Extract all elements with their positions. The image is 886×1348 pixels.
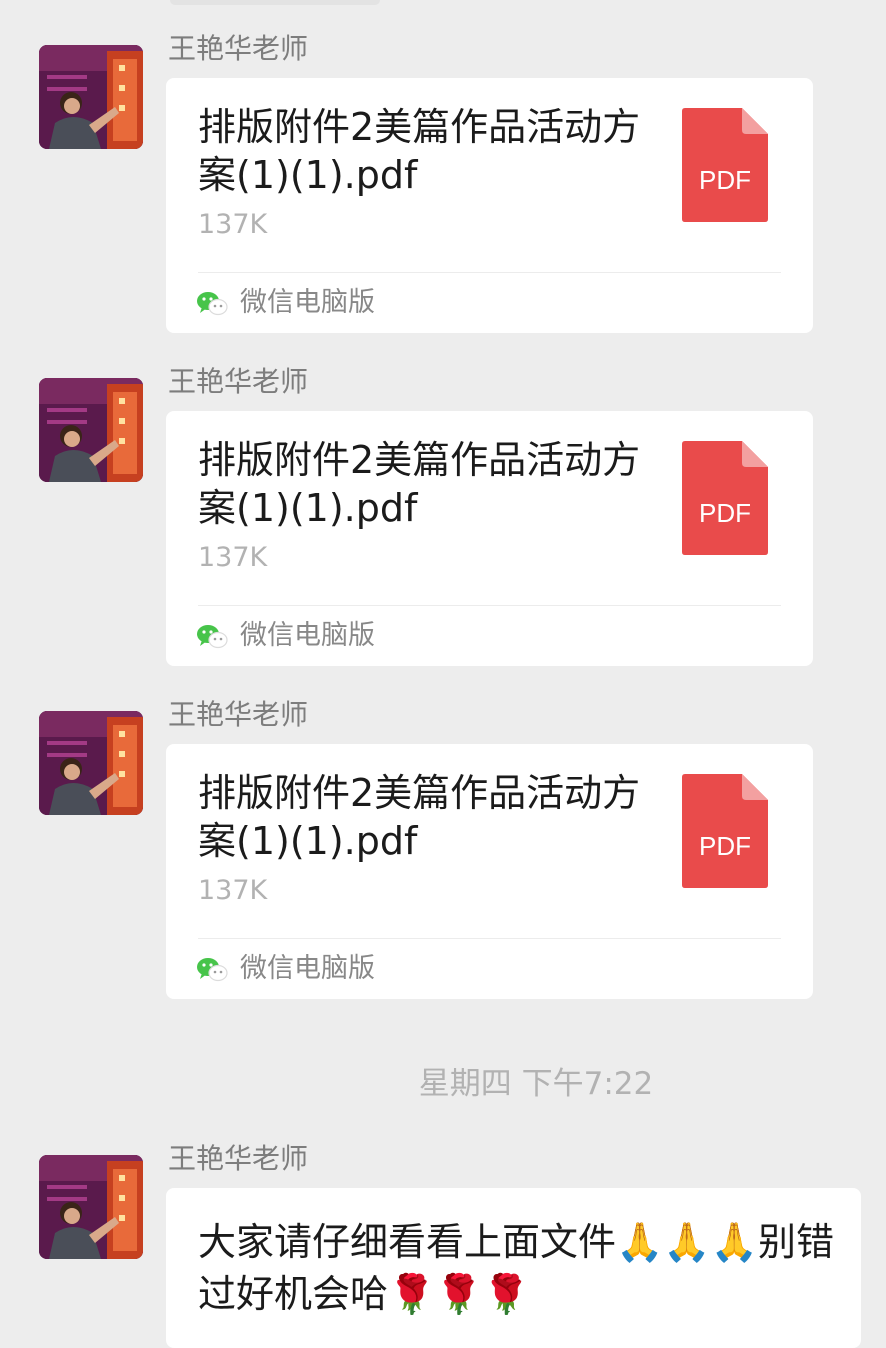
wechat-icon: [197, 292, 228, 316]
source-label: 微信电脑版: [240, 620, 375, 651]
pdf-label: PDF: [699, 831, 751, 861]
text-bubble[interactable]: 大家请仔细看看上面文件🙏🙏🙏别错过好机会哈🌹🌹🌹: [166, 1188, 861, 1348]
pdf-label: PDF: [699, 165, 751, 195]
source-row: 微信电脑版: [196, 951, 375, 987]
file-name: 排版附件2美篇作品活动方案(1)(1).pdf: [198, 438, 641, 530]
file-size: 137K: [198, 542, 268, 573]
sender-avatar[interactable]: [39, 711, 143, 815]
file-card[interactable]: 排版附件2美篇作品活动方案(1)(1).pdf 137K PDF 微信电脑版: [166, 744, 813, 999]
source-label: 微信电脑版: [240, 953, 375, 984]
card-divider: [198, 272, 781, 273]
wechat-icon: [197, 625, 228, 649]
file-card[interactable]: 排版附件2美篇作品活动方案(1)(1).pdf 137K PDF 微信电脑版: [166, 411, 813, 666]
chat-timestamp: 星期四 下午7:22: [418, 1066, 654, 1102]
file-card[interactable]: 排版附件2美篇作品活动方案(1)(1).pdf 137K PDF 微信电脑版: [166, 78, 813, 333]
file-name: 排版附件2美篇作品活动方案(1)(1).pdf: [198, 771, 641, 863]
pdf-file-icon: PDF: [682, 108, 768, 222]
sender-avatar[interactable]: [39, 45, 143, 149]
sender-name: 王艳华老师: [168, 365, 309, 398]
sender-avatar[interactable]: [39, 378, 143, 482]
wechat-icon: [197, 958, 228, 982]
previous-message-edge: [170, 0, 380, 5]
source-row: 微信电脑版: [196, 285, 375, 321]
message-text: 大家请仔细看看上面文件🙏🙏🙏别错过好机会哈🌹🌹🌹: [198, 1220, 834, 1316]
file-size: 137K: [198, 875, 268, 906]
pdf-file-icon: PDF: [682, 441, 768, 555]
file-size: 137K: [198, 209, 268, 240]
sender-name: 王艳华老师: [168, 698, 309, 731]
pdf-label: PDF: [699, 498, 751, 528]
source-label: 微信电脑版: [240, 287, 375, 318]
sender-avatar[interactable]: [39, 1155, 143, 1259]
card-divider: [198, 938, 781, 939]
pdf-file-icon: PDF: [682, 774, 768, 888]
file-name: 排版附件2美篇作品活动方案(1)(1).pdf: [198, 105, 641, 197]
source-row: 微信电脑版: [196, 618, 375, 654]
card-divider: [198, 605, 781, 606]
sender-name: 王艳华老师: [168, 32, 309, 65]
sender-name: 王艳华老师: [168, 1142, 309, 1175]
